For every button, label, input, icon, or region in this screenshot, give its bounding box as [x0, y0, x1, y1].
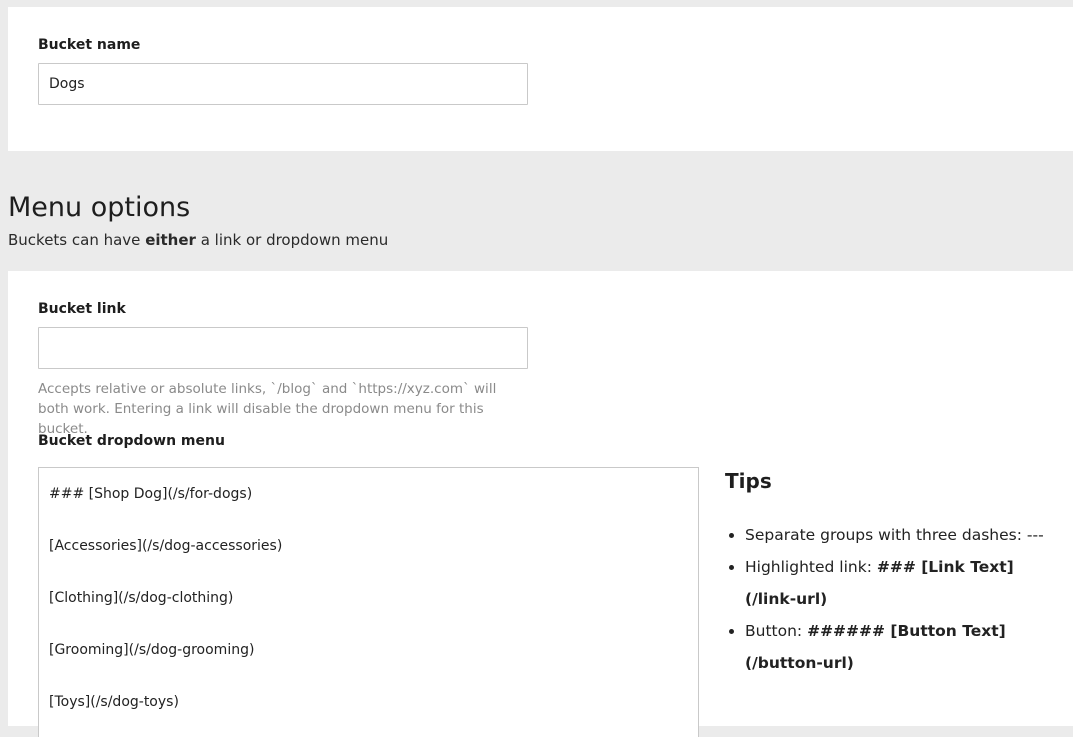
menu-options-card: Bucket link Accepts relative or absolute…	[8, 271, 1073, 737]
dropdown-menu-line: [Accessories](/s/dog-accessories)	[49, 538, 283, 554]
dropdown-menu-line	[49, 559, 688, 585]
menu-options-desc-suffix: a link or dropdown menu	[195, 231, 389, 249]
bucket-link-input[interactable]	[38, 327, 528, 369]
dropdown-menu-line: [Grooming](/s/dog-grooming)	[49, 642, 255, 658]
menu-options-header: Menu options Buckets can have either a l…	[8, 190, 388, 250]
bucket-name-card: Bucket name	[8, 7, 1073, 151]
tip-item-separator: Separate groups with three dashes: ---	[745, 519, 1055, 551]
dropdown-menu-line: ### [Shop Dog](/s/for-dogs)	[49, 486, 253, 502]
dropdown-menu-line	[49, 507, 688, 533]
bucket-link-help: Accepts relative or absolute links, `/bl…	[38, 381, 497, 437]
tip-text: Separate groups with three dashes: ---	[745, 526, 1044, 544]
tip-item-button: Button: ###### [Button Text](/button-url…	[745, 615, 1055, 679]
bucket-dropdown-textarea[interactable]: ### [Shop Dog](/s/for-dogs) [Accessories]…	[38, 467, 699, 737]
bucket-name-input[interactable]	[38, 63, 528, 105]
dropdown-menu-line: [Clothing](/s/dog-clothing)	[49, 590, 234, 606]
menu-options-title: Menu options	[8, 192, 191, 223]
dropdown-menu-line	[49, 611, 688, 637]
tips-panel: Tips Separate groups with three dashes: …	[725, 467, 1055, 679]
menu-options-description: Buckets can have either a link or dropdo…	[8, 230, 388, 250]
tip-text: Button:	[745, 622, 808, 640]
tip-text: Highlighted link:	[745, 558, 877, 576]
dropdown-menu-line	[49, 663, 688, 689]
tip-item-highlighted-link: Highlighted link: ### [Link Text](/link-…	[745, 551, 1055, 615]
tips-list: Separate groups with three dashes: --- H…	[725, 519, 1055, 679]
bucket-dropdown-label: Bucket dropdown menu	[38, 433, 225, 449]
dropdown-menu-line: [Toys](/s/dog-toys)	[49, 694, 179, 710]
menu-options-desc-emphasis: either	[145, 231, 196, 249]
bucket-link-label: Bucket link	[38, 301, 126, 317]
tips-title: Tips	[725, 469, 772, 493]
menu-options-desc-prefix: Buckets can have	[8, 231, 146, 249]
bucket-name-label: Bucket name	[38, 37, 141, 53]
